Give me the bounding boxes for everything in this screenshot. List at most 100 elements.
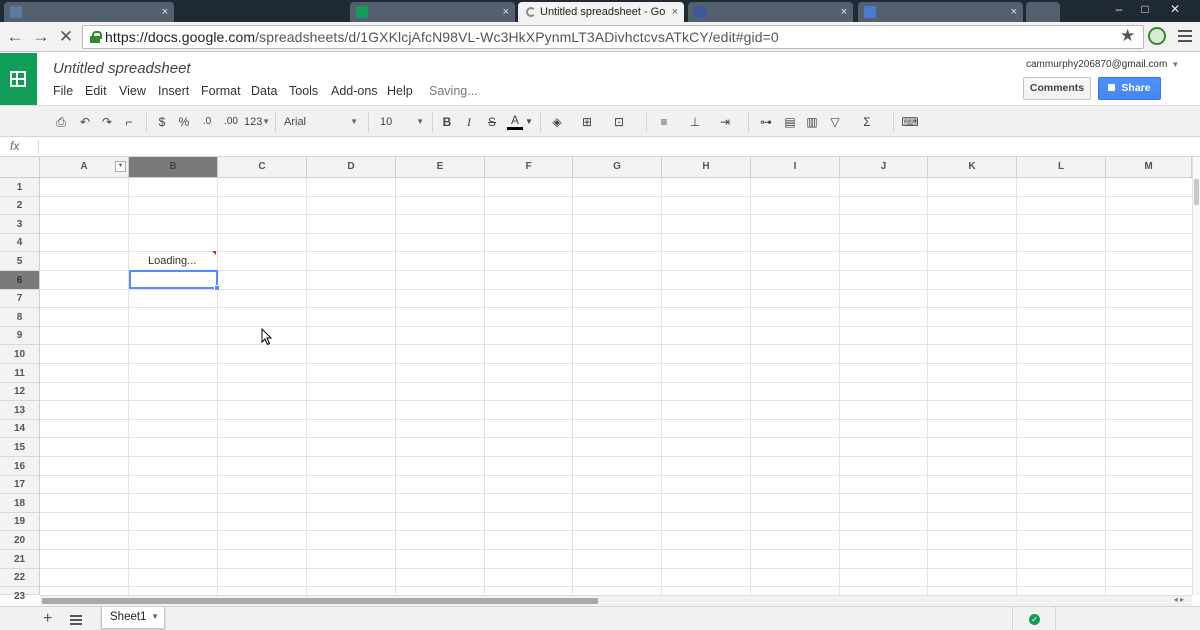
document-title[interactable]: Untitled spreadsheet	[53, 60, 191, 77]
increase-decimal-button[interactable]: .00	[220, 112, 242, 132]
tab-close-icon[interactable]: ×	[672, 2, 678, 22]
caret-down-icon[interactable]: ▼	[525, 112, 533, 132]
row-header-23[interactable]: 23	[0, 587, 40, 602]
comments-button[interactable]: Comments	[1023, 77, 1091, 100]
browser-menu-icon[interactable]	[1178, 30, 1192, 42]
paint-format-icon[interactable]: ⌐	[121, 112, 137, 132]
menu-data[interactable]: Data	[251, 84, 277, 98]
column-header-b[interactable]: B	[129, 157, 218, 178]
formula-input[interactable]	[44, 140, 1144, 154]
row-header-5[interactable]: 5	[0, 252, 40, 271]
column-header-k[interactable]: K	[928, 157, 1017, 178]
scroll-arrows-icon[interactable]: ◂ ▸	[1174, 595, 1184, 604]
row-header-4[interactable]: 4	[0, 234, 40, 252]
menu-edit[interactable]: Edit	[85, 84, 107, 98]
add-sheet-button[interactable]: +	[43, 610, 52, 628]
column-header-i[interactable]: I	[751, 157, 840, 178]
tab-close-icon[interactable]: ×	[841, 2, 847, 22]
menu-view[interactable]: View	[119, 84, 146, 98]
row-header-2[interactable]: 2	[0, 197, 40, 215]
tab-close-icon[interactable]: ×	[162, 2, 168, 22]
column-header-a[interactable]: A ▼	[40, 157, 129, 178]
browser-tab[interactable]: ×	[858, 2, 1023, 22]
column-header-m[interactable]: M	[1106, 157, 1192, 178]
back-arrow-icon[interactable]: ←	[4, 26, 26, 48]
row-header-18[interactable]: 18	[0, 494, 40, 513]
currency-format-button[interactable]: $	[155, 112, 169, 132]
browser-tab-active[interactable]: Untitled spreadsheet - Go ×	[518, 2, 684, 22]
scroll-thumb[interactable]	[1194, 179, 1199, 205]
row-header-8[interactable]: 8	[0, 308, 40, 327]
select-all-corner[interactable]	[0, 157, 40, 178]
row-header-6[interactable]: 6	[0, 271, 40, 290]
input-tools-icon[interactable]: ⌨	[900, 112, 920, 132]
maximize-icon[interactable]: □	[1134, 0, 1156, 20]
browser-tab[interactable]: ×	[688, 2, 853, 22]
sheet-tab-sheet1[interactable]: Sheet1 ▼	[101, 607, 165, 629]
strikethrough-button[interactable]: S	[485, 112, 499, 132]
column-header-l[interactable]: L	[1017, 157, 1106, 178]
menu-file[interactable]: File	[53, 84, 73, 98]
decrease-decimal-button[interactable]: .0	[198, 112, 216, 132]
caret-down-icon[interactable]: ▼	[151, 607, 159, 627]
merge-cells-icon[interactable]: ⊡	[610, 112, 628, 132]
row-header-9[interactable]: 9	[0, 327, 40, 345]
filter-icon[interactable]: ▽	[827, 112, 843, 132]
minimize-icon[interactable]: –	[1108, 0, 1130, 20]
row-header-11[interactable]: 11	[0, 364, 40, 383]
insert-link-icon[interactable]: ⊶	[756, 112, 776, 132]
fill-handle[interactable]	[214, 285, 220, 291]
row-header-16[interactable]: 16	[0, 457, 40, 476]
insert-comment-icon[interactable]: ▤	[782, 112, 798, 132]
row-header-13[interactable]: 13	[0, 401, 40, 420]
menu-insert[interactable]: Insert	[158, 84, 189, 98]
extension-icon[interactable]	[1148, 27, 1166, 45]
row-header-21[interactable]: 21	[0, 550, 40, 569]
menu-help[interactable]: Help	[387, 84, 413, 98]
borders-icon[interactable]: ⊞	[578, 112, 596, 132]
undo-icon[interactable]: ↶	[76, 112, 94, 132]
row-header-17[interactable]: 17	[0, 476, 40, 494]
font-family-dropdown[interactable]: Arial ▼	[284, 113, 358, 131]
functions-button[interactable]: Σ	[860, 112, 874, 132]
stop-loading-icon[interactable]: ✕	[55, 26, 77, 48]
italic-button[interactable]: I	[462, 112, 476, 132]
row-header-1[interactable]: 1	[0, 178, 40, 197]
text-wrap-icon[interactable]: ⇥	[716, 112, 734, 132]
menu-tools[interactable]: Tools	[289, 84, 318, 98]
cell-grid[interactable]: Loading...	[40, 178, 1192, 595]
scroll-thumb[interactable]	[42, 598, 598, 604]
insert-chart-icon[interactable]: ▥	[804, 112, 820, 132]
horizontal-scrollbar[interactable]: ◂ ▸	[40, 595, 1192, 606]
account-switcher[interactable]: cammurphy206870@gmail.com ▼	[1026, 59, 1179, 70]
column-header-f[interactable]: F	[485, 157, 573, 178]
column-header-d[interactable]: D	[307, 157, 396, 178]
font-size-dropdown[interactable]: 10 ▼	[380, 113, 424, 131]
menu-format[interactable]: Format	[201, 84, 241, 98]
new-tab-button[interactable]	[1026, 2, 1060, 22]
browser-tab[interactable]: ×	[350, 2, 515, 22]
all-sheets-list-icon[interactable]	[70, 615, 82, 625]
vertical-scrollbar[interactable]	[1192, 157, 1200, 595]
row-header-15[interactable]: 15	[0, 438, 40, 457]
fill-color-icon[interactable]: ◈	[548, 112, 566, 132]
address-bar[interactable]: https://docs.google.com/spreadsheets/d/1…	[82, 25, 1144, 49]
row-header-3[interactable]: 3	[0, 215, 40, 234]
percent-format-button[interactable]: %	[177, 112, 191, 132]
tab-close-icon[interactable]: ×	[1011, 2, 1017, 22]
row-header-20[interactable]: 20	[0, 531, 40, 550]
horizontal-align-icon[interactable]: ≡	[655, 112, 673, 132]
forward-arrow-icon[interactable]: →	[30, 26, 52, 48]
share-button[interactable]: Share	[1098, 77, 1161, 100]
column-header-e[interactable]: E	[396, 157, 485, 178]
text-color-button[interactable]: A	[507, 112, 523, 130]
active-cell-b6[interactable]	[129, 270, 220, 291]
menu-addons[interactable]: Add-ons	[331, 84, 378, 98]
column-header-c[interactable]: C	[218, 157, 307, 178]
column-menu-icon[interactable]: ▼	[115, 161, 126, 172]
row-header-22[interactable]: 22	[0, 569, 40, 587]
column-header-h[interactable]: H	[662, 157, 751, 178]
redo-icon[interactable]: ↷	[98, 112, 116, 132]
print-icon[interactable]: ⎙	[52, 112, 70, 132]
column-header-g[interactable]: G	[573, 157, 662, 178]
